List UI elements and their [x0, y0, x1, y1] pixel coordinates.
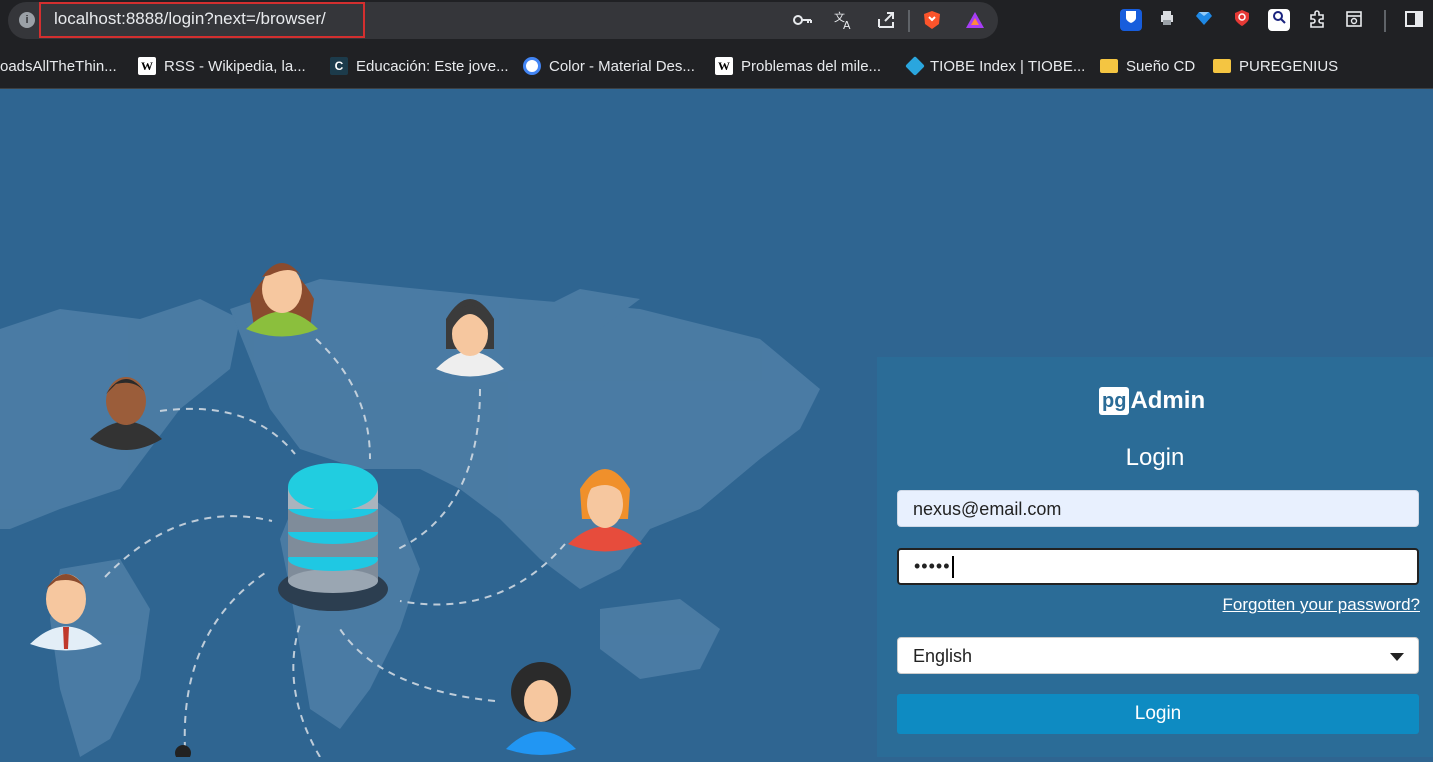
printer-icon[interactable]: [1156, 9, 1178, 31]
c-icon: C: [330, 57, 348, 75]
translate-icon[interactable]: 文A: [832, 9, 856, 33]
bookmark-label: RSS - Wikipedia, la...: [164, 57, 306, 75]
share-icon[interactable]: [874, 9, 898, 33]
puzzle-icon[interactable]: [1306, 9, 1328, 31]
svg-text:A: A: [843, 19, 851, 31]
brave-shield-icon[interactable]: [920, 9, 944, 33]
sidebar-icon[interactable]: [1403, 9, 1425, 31]
forgot-password-link[interactable]: Forgotten your password?: [1223, 595, 1421, 615]
toolbar-divider: [908, 10, 910, 32]
chevron-down-icon: [1390, 653, 1404, 661]
bookmark-label: TIOBE Index | TIOBE...: [930, 57, 1086, 75]
wikipedia-icon: W: [715, 57, 733, 75]
bookmark-label: oadsAllTheThin...: [0, 57, 117, 75]
logo-admin-text: Admin: [1130, 387, 1206, 414]
bookmark-item[interactable]: oadsAllTheThin...: [0, 56, 117, 76]
bitwarden-icon[interactable]: [1120, 9, 1142, 31]
search-icon[interactable]: [1268, 9, 1290, 31]
info-icon[interactable]: i: [19, 12, 35, 28]
email-field[interactable]: nexus@email.com: [897, 490, 1419, 527]
url-text[interactable]: localhost:8888/login?next=/browser/: [54, 9, 326, 29]
password-field[interactable]: •••••: [897, 548, 1419, 585]
material-icon: [523, 57, 541, 75]
browser-toolbar: i localhost:8888/login?next=/browser/ 文A: [0, 0, 1433, 42]
toolbar-divider: [1384, 10, 1386, 32]
bookmark-item[interactable]: C Educación: Este jove...: [330, 56, 509, 76]
bookmark-folder[interactable]: Sueño CD: [1100, 56, 1195, 76]
reader-icon[interactable]: [1343, 9, 1365, 31]
world-map-shapes: [0, 279, 820, 757]
small-dot: [175, 745, 191, 761]
bookmark-label: PUREGENIUS: [1239, 57, 1339, 75]
wikipedia-icon: W: [138, 57, 156, 75]
language-value: English: [913, 646, 973, 666]
bookmark-label: Sueño CD: [1126, 57, 1196, 75]
bookmark-item[interactable]: Color - Material Des...: [523, 56, 695, 76]
key-icon[interactable]: [790, 9, 814, 33]
folder-icon: [1100, 59, 1118, 73]
email-value: nexus@email.com: [913, 499, 1062, 519]
gem-icon[interactable]: [1193, 9, 1215, 31]
login-title: Login: [1125, 444, 1185, 471]
password-mask: •••••: [914, 556, 951, 576]
bookmark-folder[interactable]: PUREGENIUS: [1213, 56, 1338, 76]
database-icon: [278, 463, 388, 611]
bookmark-item[interactable]: TIOBE Index | TIOBE...: [905, 56, 1086, 76]
bookmark-label: Problemas del mile...: [741, 57, 882, 75]
tiobe-icon: [905, 56, 925, 76]
avatar-woman-brown-hair: [246, 263, 318, 337]
shield-icon[interactable]: [1231, 9, 1253, 31]
logo-pg-mark: pg: [1099, 387, 1130, 415]
login-button[interactable]: Login: [897, 694, 1419, 734]
bookmark-label: Educación: Este jove...: [356, 57, 509, 75]
avatar-man-afro: [506, 662, 576, 755]
bookmark-label: Color - Material Des...: [549, 57, 695, 75]
pgadmin-logo: pg Admin: [1099, 386, 1205, 416]
bookmark-item[interactable]: W Problemas del mile...: [715, 56, 881, 76]
folder-icon: [1213, 59, 1231, 73]
bookmarks-bar: oadsAllTheThin... W RSS - Wikipedia, la.…: [0, 42, 1433, 89]
text-caret: [951, 556, 954, 579]
language-select[interactable]: English: [897, 637, 1419, 674]
rewards-icon[interactable]: [963, 9, 987, 33]
bookmark-item[interactable]: W RSS - Wikipedia, la...: [138, 56, 306, 76]
